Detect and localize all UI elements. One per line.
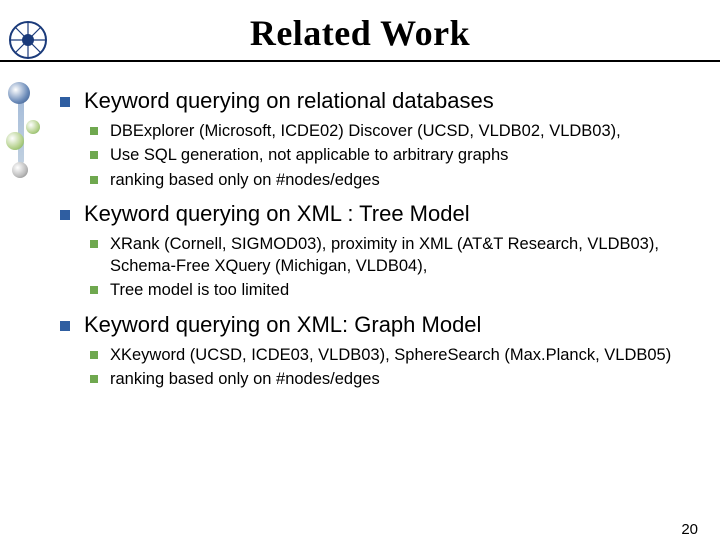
accent-bead-icon (12, 162, 28, 178)
item-text: Tree model is too limited (110, 279, 680, 301)
title-divider (0, 60, 720, 62)
heading-text: Keyword querying on XML : Tree Model (84, 201, 680, 227)
heading-text: Keyword querying on relational databases (84, 88, 680, 114)
bullet-icon (60, 210, 70, 220)
list-item: Tree model is too limited (90, 279, 680, 301)
list-item: XKeyword (UCSD, ICDE03, VLDB03), SphereS… (90, 344, 680, 366)
bullet-icon (90, 151, 98, 159)
item-text: Use SQL generation, not applicable to ar… (110, 144, 680, 166)
item-text: XKeyword (UCSD, ICDE03, VLDB03), SphereS… (110, 344, 680, 366)
bullet-icon (90, 286, 98, 294)
bullet-icon (60, 321, 70, 331)
list-item: DBExplorer (Microsoft, ICDE02) Discover … (90, 120, 680, 142)
item-text: DBExplorer (Microsoft, ICDE02) Discover … (110, 120, 680, 142)
bullet-icon (90, 127, 98, 135)
list-item: ranking based only on #nodes/edges (90, 169, 680, 191)
item-text: ranking based only on #nodes/edges (110, 169, 680, 191)
bullet-icon (60, 97, 70, 107)
item-text: ranking based only on #nodes/edges (110, 368, 680, 390)
page-number: 20 (681, 521, 698, 538)
accent-bead-icon (26, 120, 40, 134)
section-heading: Keyword querying on XML: Graph Model (60, 312, 680, 338)
bullet-icon (90, 176, 98, 184)
bullet-icon (90, 351, 98, 359)
slide-body: Keyword querying on relational databases… (0, 70, 720, 390)
list-item: ranking based only on #nodes/edges (90, 368, 680, 390)
slide-title: Related Work (0, 12, 720, 54)
bullet-icon (90, 240, 98, 248)
slide: Related Work Keyword querying on relatio… (0, 12, 720, 540)
heading-text: Keyword querying on XML: Graph Model (84, 312, 680, 338)
section-heading: Keyword querying on relational databases (60, 88, 680, 114)
institution-logo (8, 20, 48, 60)
bullet-icon (90, 375, 98, 383)
section-heading: Keyword querying on XML : Tree Model (60, 201, 680, 227)
list-item: XRank (Cornell, SIGMOD03), proximity in … (90, 233, 680, 278)
accent-bead-icon (6, 132, 24, 150)
item-text: XRank (Cornell, SIGMOD03), proximity in … (110, 233, 680, 278)
list-item: Use SQL generation, not applicable to ar… (90, 144, 680, 166)
accent-bead-icon (8, 82, 30, 104)
